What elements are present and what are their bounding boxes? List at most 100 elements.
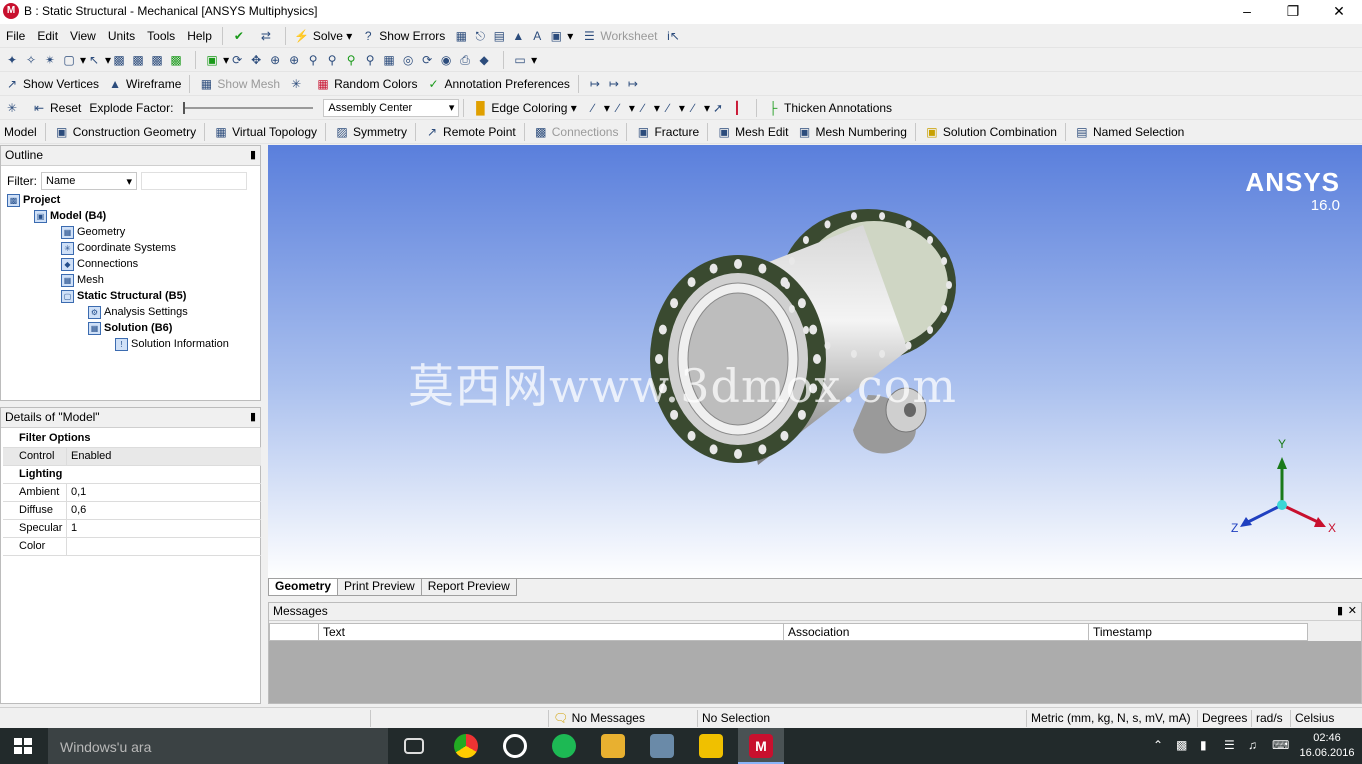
details-row[interactable]: Ambient 0,1 [3,484,261,502]
show-mesh-button[interactable]: ▦ Show Mesh [194,73,284,95]
reset-button[interactable]: ⇤ Reset [27,97,85,119]
mechanical-task-button[interactable]: M [738,728,784,764]
menu-tools[interactable]: Tools [141,29,181,43]
construction-geometry-button[interactable]: ▣ Construction Geometry [50,121,200,143]
graphics-button[interactable]: ⇄ [254,25,281,47]
viewport-layout-button[interactable]: ▭ ▾ [508,49,541,71]
details-value[interactable]: 0,6 [67,502,86,519]
tree-item[interactable]: ▢ Static Structural (B5) [61,288,186,304]
task-view-icon[interactable] [404,738,424,754]
connections-button[interactable]: ▩ Connections [529,121,623,143]
details-group[interactable]: Filter Options [3,430,261,448]
menu-file[interactable]: File [0,29,31,43]
help-cursor-button[interactable]: i↖ [661,25,688,47]
tree-item[interactable]: ▩ Project [7,192,60,208]
minimize-button[interactable]: – [1224,0,1270,24]
status-units[interactable]: Metric (mm, kg, N, s, mV, mA) [1026,710,1196,727]
tree-item[interactable]: ! Solution Information [115,336,229,352]
spotify-icon[interactable] [552,734,576,758]
edge-tools[interactable]: ∕ ▾ ∕ ▾ ∕ ▾ ∕ ▾ ∕ ▾ ➚ ┃ [581,97,752,119]
mesh-numbering-button[interactable]: ▣ Mesh Numbering [793,121,911,143]
random-colors-button[interactable]: ▦ Random Colors [311,73,421,95]
details-group[interactable]: Lighting [3,466,261,484]
status-angle[interactable]: Degrees [1197,710,1253,727]
graphics-viewport[interactable]: ANSYS 16.0 莫西网www.3dmox.com Y X Z [268,145,1362,579]
pin-icon[interactable]: ▮ [250,146,256,165]
pin-icon[interactable]: ▮ [1337,603,1343,620]
messages-col-association[interactable]: Association [783,623,1089,641]
clock-time[interactable]: 02:46 [1302,732,1352,744]
details-row[interactable]: Diffuse 0,6 [3,502,261,520]
close-icon[interactable]: ✕ [1348,603,1357,620]
tree-item[interactable]: ✳ Coordinate Systems [61,240,176,256]
details-value[interactable] [67,538,71,555]
tree-item[interactable]: ◆ Connections [61,256,138,272]
menu-view[interactable]: View [64,29,102,43]
virtual-topology-button[interactable]: ▦ Virtual Topology [209,121,321,143]
details-value[interactable]: 0,1 [67,484,86,501]
search-box[interactable]: Windows'u ara [48,728,388,764]
wireframe-button[interactable]: ▲ Wireframe [103,73,185,95]
show-vertices-button[interactable]: ↗ Show Vertices [0,73,103,95]
explode-icon-button[interactable]: ✳ [0,97,27,119]
check-button[interactable]: ✔ [227,25,254,47]
assembly-center-dropdown[interactable]: Assembly Center ▾ [323,98,460,117]
app-logo-icon[interactable]: M [3,3,19,19]
tree-item[interactable]: ▣ Model (B4) [34,208,106,224]
tree-item[interactable]: ▦ Solution (B6) [88,320,172,336]
mesh-edit-button[interactable]: ▣ Mesh Edit [712,121,792,143]
worksheet-button[interactable]: ☰ Worksheet [577,25,661,47]
view-tools[interactable]: ▣ ▾ ⟳ ✥ ⊕ ⊕ ⚲ ⚲ ⚲ ⚲ ▦ ◎ ⟳ ◉ ⎙ ◆ [200,49,499,71]
annotation-preferences-button[interactable]: ✓ Annotation Preferences [421,73,573,95]
show-errors-button[interactable]: ? Show Errors [356,25,449,47]
tree-item[interactable]: ▦ Geometry [61,224,125,240]
filter-dropdown[interactable]: Name ▾ [41,172,137,190]
menu-help[interactable]: Help [181,29,218,43]
wifi-icon[interactable]: ☰ [1224,738,1235,752]
menu-edit[interactable]: Edit [31,29,64,43]
named-selection-button[interactable]: ▤ Named Selection [1070,121,1188,143]
tab-print-preview[interactable]: Print Preview [337,579,422,596]
keyboard-icon[interactable]: ⌨ [1272,738,1289,752]
tool-icons[interactable]: ▦ ⎋ ▤ ▲ A ▣ ▾ [449,25,577,47]
solve-button[interactable]: ⚡ Solve ▾ [290,25,356,47]
details-row[interactable]: Specular 1 [3,520,261,538]
menu-units[interactable]: Units [102,29,141,43]
maximize-button[interactable]: ❐ [1270,0,1316,24]
clock-date[interactable]: 16.06.2016 [1298,747,1356,759]
details-row[interactable]: Control Enabled [3,448,261,466]
fracture-button[interactable]: ▣ Fracture [631,121,703,143]
network-icon[interactable]: ▩ [1176,738,1187,752]
file-explorer-icon[interactable] [601,734,625,758]
battery-icon[interactable]: ▮ [1200,738,1207,752]
pin-icon[interactable]: ▮ [250,408,256,427]
details-row[interactable]: Color [3,538,261,556]
select-tools[interactable]: ✦ ✧ ✴ ▢ ▾ ↖ ▾ ▩ ▩ ▩ ▩ [0,49,191,71]
thicken-annotations-button[interactable]: ├ Thicken Annotations [761,97,896,119]
status-rate[interactable]: rad/s [1251,710,1289,727]
mesh-star-button[interactable]: ✳ [284,73,311,95]
slider-thumb[interactable] [183,101,186,114]
edge-coloring-button[interactable]: █ Edge Coloring ▾ [468,97,580,119]
tab-report-preview[interactable]: Report Preview [420,579,517,596]
windows-start-icon[interactable] [14,738,32,754]
explode-factor-slider[interactable] [183,99,317,117]
remote-point-button[interactable]: ↗ Remote Point [420,121,520,143]
details-value[interactable]: Enabled [67,448,111,465]
clock-app-icon[interactable] [503,734,527,758]
axis-triad[interactable] [1228,435,1338,545]
messages-col-timestamp[interactable]: Timestamp [1088,623,1308,641]
close-button[interactable]: ✕ [1316,0,1362,24]
status-temp[interactable]: Celsius [1290,710,1344,727]
filter-input[interactable] [141,172,247,190]
solution-combination-button[interactable]: ▣ Solution Combination [920,121,1061,143]
tree-item[interactable]: ⚙ Analysis Settings [88,304,188,320]
tree-item[interactable]: ▦ Mesh [61,272,104,288]
ansys-workbench-icon[interactable] [699,734,723,758]
messages-col-text[interactable]: Text [318,623,784,641]
tab-geometry[interactable]: Geometry [268,579,339,596]
chevron-up-icon[interactable]: ⌃ [1153,738,1163,752]
volume-icon[interactable]: ♫ [1248,738,1257,752]
model-button[interactable]: Model [0,121,41,143]
ruler-tools[interactable]: ↦ ↦ ↦ [583,73,648,95]
